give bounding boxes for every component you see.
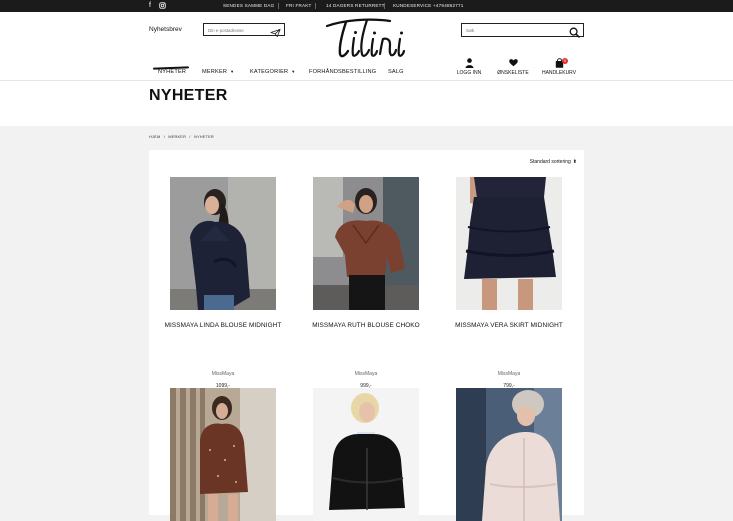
product-brand: MissMaya <box>211 371 235 377</box>
product-image[interactable] <box>170 388 276 521</box>
product-name[interactable]: MISSMAYA VERA SKIRT MIDNIGHT <box>435 322 583 329</box>
topbar-divider <box>384 3 385 9</box>
wishlist-label: ØNSKELISTE <box>497 70 529 76</box>
product-name[interactable]: MISSMAYA LINDA BLOUSE MIDNIGHT <box>149 322 297 329</box>
breadcrumb-separator: / <box>163 134 165 139</box>
user-icon <box>449 58 489 69</box>
heart-icon <box>493 58 533 69</box>
nav-item-forhandsbestilling[interactable]: FORHÅNDSBESTILLING <box>309 69 376 79</box>
nav-item-nyheter[interactable]: NYHETER <box>158 69 186 79</box>
product-image[interactable] <box>456 388 562 521</box>
nav-item-label: KATEGORIER <box>250 69 289 75</box>
topbar-message-customer-service: KUNDESERVICE +4794862771 <box>393 3 464 8</box>
facebook-icon[interactable]: f <box>149 2 156 9</box>
page-title-band: NYHETER <box>0 81 733 126</box>
nav-item-label: SALG <box>388 69 404 75</box>
login-link[interactable]: LOGG INN <box>449 58 489 76</box>
sort-label: Standard sortering <box>529 159 571 165</box>
breadcrumb-current: NYHETER <box>193 134 214 139</box>
login-label: LOGG INN <box>456 70 482 76</box>
paper-plane-icon[interactable] <box>270 25 281 38</box>
product-brand: MissMaya <box>354 371 378 377</box>
topbar-message-shipping: SENDES SAMME DAG <box>223 3 275 8</box>
search-icon[interactable] <box>569 25 580 38</box>
site-logo[interactable] <box>324 14 408 60</box>
top-announcement-bar: f SENDES SAMME DAG FRI FRAKT 14 DAGERS R… <box>0 0 733 12</box>
newsletter-email-input[interactable] <box>208 25 270 35</box>
product-image[interactable] <box>170 177 276 310</box>
nav-item-kategorier[interactable]: KATEGORIER ▼ <box>250 69 295 79</box>
topbar-message-free-freight: FRI FRAKT <box>286 3 312 8</box>
cart-label: HANDLEKURV <box>541 70 577 76</box>
breadcrumb: HJEM / MERKER / NYHETER <box>149 134 216 139</box>
topbar-message-returns: 14 DAGERS RETURRETT <box>326 3 385 8</box>
breadcrumb-home[interactable]: HJEM <box>149 134 160 139</box>
nav-item-label: MERKER <box>202 69 228 75</box>
page-title: NYHETER <box>149 87 228 104</box>
sort-select[interactable]: Standard sortering ⬍ <box>530 159 577 165</box>
product-image[interactable] <box>313 388 419 521</box>
topbar-divider <box>315 3 316 9</box>
product-listing: Standard sortering ⬍ MISSMAYA LINDA BLOUS… <box>149 150 584 521</box>
breadcrumb-separator: / <box>189 134 191 139</box>
product-brand: MissMaya <box>497 371 521 377</box>
cart-count-badge: 0 <box>562 58 568 64</box>
shopping-bag-icon: 0 <box>539 58 579 69</box>
sort-caret-icon: ⬍ <box>572 159 577 165</box>
nav-item-merker[interactable]: MERKER ▼ <box>202 69 234 79</box>
newsletter-form <box>203 23 285 38</box>
topbar-divider <box>278 3 279 9</box>
nav-item-salg[interactable]: SALG <box>388 69 404 79</box>
breadcrumb-merker[interactable]: MERKER <box>168 134 186 139</box>
caret-down-icon: ▼ <box>230 69 235 74</box>
search-input[interactable] <box>466 26 566 35</box>
caret-down-icon: ▼ <box>291 69 296 74</box>
product-name[interactable]: MISSMAYA RUTH BLOUSE CHOKO <box>292 322 440 329</box>
site-header: Nyhetsbrev NYHETER MERKER▼ KATEGORIER▼ F… <box>0 12 733 81</box>
search-form <box>461 23 584 38</box>
nav-item-label: FORHÅNDSBESTILLING <box>309 69 377 75</box>
wishlist-link[interactable]: ØNSKELISTE <box>493 58 533 76</box>
instagram-icon[interactable] <box>159 2 166 9</box>
cart-link[interactable]: 0 HANDLEKURV <box>539 58 579 76</box>
nav-item-label: NYHETER <box>158 69 187 75</box>
product-image[interactable] <box>456 177 562 310</box>
newsletter-label: Nyhetsbrev <box>149 26 182 33</box>
product-image[interactable] <box>313 177 419 310</box>
